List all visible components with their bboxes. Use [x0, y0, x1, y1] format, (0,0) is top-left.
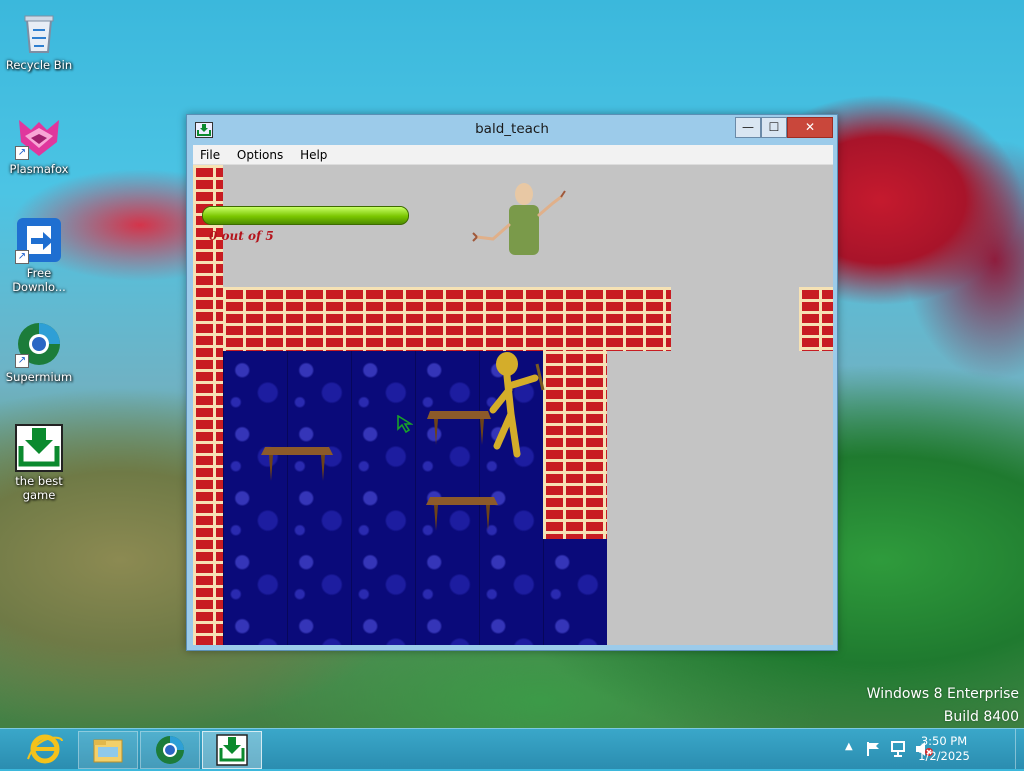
desktop-icon-label: Free Downlo... — [12, 266, 66, 294]
taskbar-the-best-game[interactable] — [202, 731, 262, 769]
supermium-icon: ↗ — [15, 320, 63, 368]
menu-options[interactable]: Options — [230, 145, 289, 162]
system-clock[interactable]: 3:50 PM 1/2/2025 — [916, 734, 972, 764]
menu-file[interactable]: File — [193, 145, 226, 162]
recycle-bin-icon — [15, 8, 63, 56]
game-cursor-icon — [397, 415, 413, 433]
desktop-icon-supermium[interactable]: ↗ Supermium — [0, 314, 78, 384]
plasmafox-icon: ↗ — [15, 112, 63, 160]
desktop-icon-the-best-game[interactable]: the best game — [0, 418, 78, 502]
taskbar: ▲ 3:50 PM 1/2/2025 — [0, 728, 1024, 769]
maximize-button[interactable]: ☐ — [761, 117, 787, 138]
brick-wall-pillar — [543, 351, 607, 539]
show-hidden-icons-icon[interactable]: ▲ — [845, 741, 853, 752]
game-viewport[interactable]: 0 out of 5 — [193, 165, 833, 645]
brick-wall-upper — [223, 287, 671, 351]
window-titlebar[interactable]: bald_teach — ☐ ✕ — [187, 115, 837, 145]
close-button[interactable]: ✕ — [787, 117, 833, 138]
clock-date: 1/2/2025 — [918, 749, 970, 763]
shortcut-arrow-icon: ↗ — [15, 354, 29, 368]
internet-explorer-icon — [27, 734, 63, 764]
game-window[interactable]: bald_teach — ☐ ✕ File Options Help 0 out… — [186, 114, 838, 651]
menu-bar: File Options Help — [193, 145, 833, 165]
show-desktop-button[interactable] — [1015, 729, 1024, 769]
taskbar-supermium[interactable] — [140, 731, 200, 769]
desktop-icon-label: Recycle Bin — [5, 58, 73, 72]
shortcut-arrow-icon: ↗ — [15, 146, 29, 160]
desk — [426, 497, 498, 531]
watermark-build: Build 8400 — [943, 709, 1019, 725]
desktop-icon-recycle-bin[interactable]: Recycle Bin — [0, 2, 78, 72]
stamina-fill — [203, 207, 408, 224]
the-best-game-icon — [15, 424, 63, 472]
taskbar-file-explorer[interactable] — [78, 731, 138, 769]
the-best-game-icon — [216, 734, 248, 766]
desktop-icon-label: the best game — [15, 474, 63, 502]
file-explorer-icon — [93, 739, 123, 763]
taskbar-internet-explorer[interactable] — [16, 731, 74, 767]
desktop-icon-free-download-manager[interactable]: ↗ Free Downlo... — [0, 210, 78, 294]
desktop-icon-plasmafox[interactable]: ↗ Plasmafox — [0, 106, 78, 176]
free-download-manager-icon: ↗ — [15, 216, 63, 264]
teacher-character — [472, 183, 566, 255]
yellow-character — [489, 352, 545, 458]
brick-wall-distant — [799, 287, 833, 351]
watermark-edition: Windows 8 Enterprise — [866, 686, 1019, 702]
action-center-flag-icon[interactable] — [866, 741, 882, 757]
windows-watermark: Windows 8 Enterprise Build 8400 — [867, 683, 1019, 729]
clock-time: 3:50 PM — [920, 734, 968, 748]
shortcut-arrow-icon: ↗ — [15, 250, 29, 264]
stamina-bar — [202, 206, 409, 225]
desktop-icon-label: Plasmafox — [9, 162, 69, 176]
menu-help[interactable]: Help — [293, 145, 333, 162]
minimize-button[interactable]: — — [735, 117, 761, 138]
desktop-icon-label: Supermium — [5, 370, 73, 384]
desk — [261, 447, 333, 481]
supermium-icon — [156, 736, 184, 764]
network-icon[interactable] — [890, 740, 908, 758]
notebook-counter: 0 out of 5 — [209, 229, 274, 243]
